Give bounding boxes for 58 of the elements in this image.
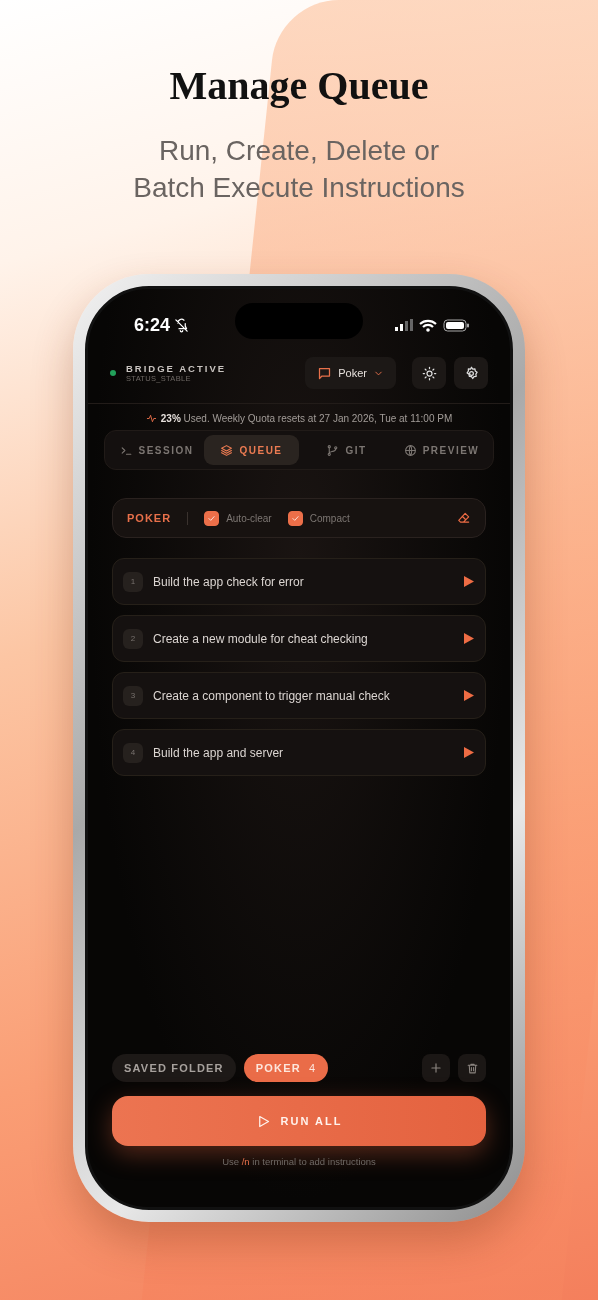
item-text: Create a new module for cheat checking bbox=[153, 631, 369, 646]
item-number: 2 bbox=[123, 628, 143, 649]
stack-icon bbox=[220, 443, 234, 457]
plus-icon bbox=[429, 1061, 443, 1075]
branch-icon bbox=[326, 443, 340, 457]
settings-button[interactable] bbox=[454, 357, 488, 389]
play-icon bbox=[463, 689, 475, 702]
item-text: Create a component to trigger manual check bbox=[153, 688, 391, 703]
queue-title: POKER bbox=[127, 512, 172, 524]
eraser-icon bbox=[457, 511, 471, 525]
queue-item[interactable]: 4 Build the app and server bbox=[112, 729, 486, 776]
signal-icon bbox=[395, 319, 413, 331]
play-button[interactable] bbox=[463, 746, 475, 759]
queue-item[interactable]: 1 Build the app check for error bbox=[112, 558, 486, 605]
tab[interactable]: SESSION bbox=[109, 435, 204, 465]
play-icon bbox=[463, 575, 475, 588]
bridge-status: BRIDGE ACTIVE bbox=[126, 363, 228, 374]
checkbox[interactable] bbox=[287, 510, 303, 526]
quota-text: 23% Used. Weekly Quota resets at 27 Jan 2026, Tue at 11:00 PM bbox=[160, 413, 453, 424]
checkbox[interactable] bbox=[204, 510, 220, 526]
clock-time: 6:24 bbox=[134, 314, 171, 336]
theme-button[interactable] bbox=[412, 357, 446, 389]
queue-item[interactable]: 2 Create a new module for cheat checking bbox=[112, 615, 486, 662]
wifi-icon bbox=[419, 318, 437, 332]
play-button[interactable] bbox=[463, 632, 475, 645]
clear-button[interactable] bbox=[457, 511, 471, 525]
tab[interactable]: PREVIEW bbox=[394, 435, 489, 465]
queue-item[interactable]: 3 Create a component to trigger manual check bbox=[112, 672, 486, 719]
item-text: Build the app and server bbox=[153, 745, 285, 760]
checkbox-label: Compact bbox=[309, 512, 350, 524]
play-button[interactable] bbox=[463, 689, 475, 702]
headline: Manage Queue bbox=[169, 62, 429, 110]
delete-button[interactable] bbox=[458, 1054, 486, 1082]
checkmark-icon bbox=[207, 513, 217, 523]
trash-icon bbox=[465, 1061, 479, 1075]
play-icon bbox=[463, 632, 475, 645]
muted-bell-icon bbox=[174, 317, 190, 333]
chat-icon bbox=[317, 365, 333, 381]
item-number: 3 bbox=[123, 685, 143, 706]
play-icon bbox=[463, 746, 475, 759]
item-text: Build the app check for error bbox=[153, 574, 305, 589]
subtitle-line: Run, Create, Delete or bbox=[158, 134, 440, 168]
battery-icon bbox=[443, 318, 470, 332]
play-button[interactable] bbox=[463, 575, 475, 588]
tab[interactable]: QUEUE bbox=[204, 435, 299, 465]
subtitle-line: Batch Execute Instructions bbox=[133, 171, 465, 205]
item-number: 1 bbox=[123, 571, 143, 592]
checkbox-label: Auto-clear bbox=[226, 512, 272, 524]
checkmark-icon bbox=[290, 513, 300, 523]
hint-text: Use /n in terminal to add instructions bbox=[221, 1156, 377, 1167]
folder-tab[interactable]: SAVED FOLDER bbox=[112, 1054, 236, 1082]
globe-icon bbox=[403, 443, 417, 457]
sun-icon bbox=[421, 365, 437, 381]
activity-icon bbox=[145, 413, 157, 424]
project-selector[interactable]: Poker bbox=[305, 357, 396, 389]
tab[interactable]: GIT bbox=[299, 435, 394, 465]
item-number: 4 bbox=[123, 742, 143, 763]
add-button[interactable] bbox=[422, 1054, 450, 1082]
